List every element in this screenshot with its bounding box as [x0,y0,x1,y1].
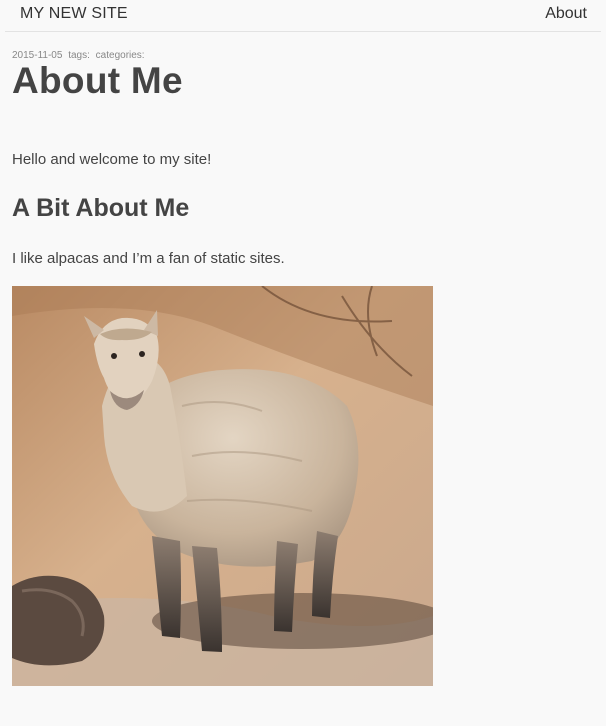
page-title: About Me [12,60,183,101]
fact-paragraph: I like alpacas and I’m a fan of static s… [12,250,285,267]
navbar: MY NEW SITE About [5,0,601,32]
intro-paragraph: Hello and welcome to my site! [12,151,212,168]
section-heading: A Bit About Me [12,194,190,222]
site-title-link[interactable]: MY NEW SITE [20,5,128,23]
alpaca-photo [12,286,433,686]
nav-about-link[interactable]: About [545,5,587,23]
